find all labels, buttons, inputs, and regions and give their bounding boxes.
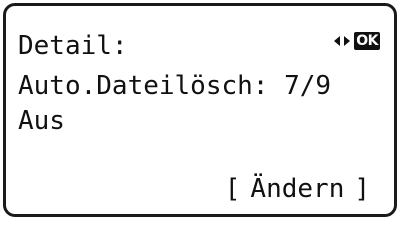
softkey-open-bracket: [ [224, 174, 241, 204]
right-arrow-icon[interactable] [344, 36, 351, 46]
setting-label: Auto.Dateilösch: [18, 71, 269, 101]
setting-value: Aus [18, 106, 65, 136]
softkey-close-bracket: ] [354, 174, 370, 204]
lcd-display: Detail: OK Auto.Dateilösch: 7/9 Aus [ Än… [3, 3, 397, 217]
page-indicator: 7/9 [284, 71, 332, 101]
screen-title: Detail: [18, 31, 128, 61]
change-softkey-label: Ändern [250, 174, 345, 204]
change-softkey[interactable]: [ Ändern ] [225, 176, 370, 202]
ok-icon[interactable]: OK [354, 32, 380, 50]
setting-row: Auto.Dateilösch: 7/9 [18, 73, 331, 99]
left-arrow-icon[interactable] [334, 36, 341, 46]
nav-indicator: OK [334, 32, 380, 50]
